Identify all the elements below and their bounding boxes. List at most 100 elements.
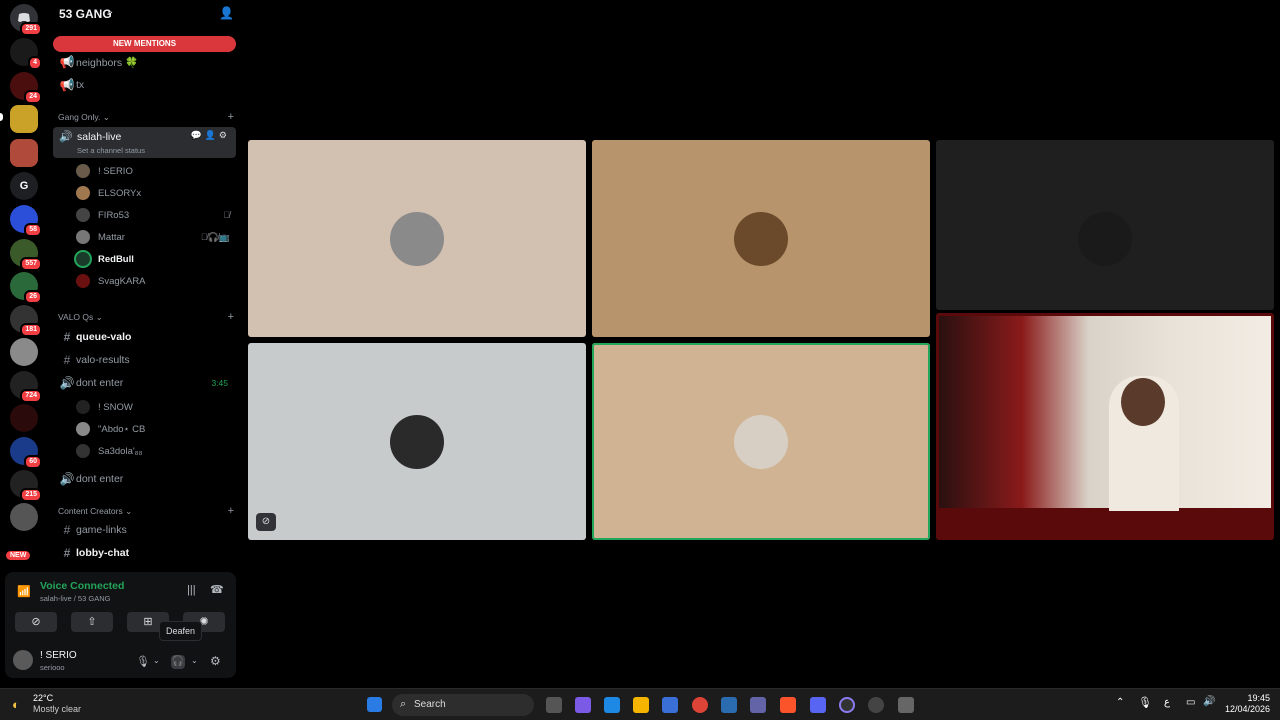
avatar [390, 414, 444, 469]
channel-tx[interactable]: 📢 tx [54, 75, 234, 95]
voice-user[interactable]: Sa3dola'₈₈ [76, 441, 234, 461]
chevron-down-icon[interactable]: ⌄ [191, 656, 198, 665]
server-icon[interactable] [10, 338, 38, 366]
voice-user[interactable]: ! SNOW [76, 397, 234, 417]
camera-stream-tile[interactable] [936, 313, 1274, 540]
channel-valo-results[interactable]: # valo-results [54, 350, 234, 370]
server-icon-active[interactable] [10, 105, 38, 133]
channel-actions[interactable]: 💬👤⚙ [191, 130, 230, 141]
store-icon[interactable] [662, 697, 678, 713]
create-channel-icon[interactable]: + [228, 505, 234, 517]
voice-user[interactable]: ELSORYx [76, 183, 234, 203]
camera-off-icon[interactable]: ⊘ [256, 513, 276, 531]
chrome-icon[interactable] [692, 697, 708, 713]
app-icon[interactable] [868, 697, 884, 713]
server-icon[interactable] [10, 404, 38, 432]
create-channel-icon[interactable]: + [228, 311, 234, 323]
file-explorer-icon[interactable] [633, 697, 649, 713]
channel-lobby-chat[interactable]: # lobby-chat [54, 543, 234, 563]
channel-label: salah-live [77, 131, 122, 143]
headphones-icon[interactable]: 🎧 [171, 655, 185, 669]
copilot-icon[interactable] [575, 697, 591, 713]
video-tile-speaking[interactable] [592, 343, 930, 540]
voice-user[interactable]: SvagKARA [76, 271, 234, 291]
category-valo-qs[interactable]: VALO Qs ⌄ + [58, 311, 234, 323]
discord-window: 291 4 24 G 58 557 26 181 724 60 215 NEW … [0, 0, 1280, 688]
noise-suppression-icon[interactable]: ||| [187, 584, 196, 596]
volume-icon[interactable]: 🔊 [1203, 696, 1215, 707]
edge-icon[interactable] [604, 697, 620, 713]
avatar [76, 164, 90, 178]
create-channel-icon[interactable]: + [228, 111, 234, 123]
weather-icon[interactable]: ◐ [12, 697, 20, 712]
channel-label: neighbors 🍀 [76, 56, 139, 69]
video-tile[interactable] [248, 140, 586, 337]
discord-taskbar-icon[interactable] [810, 697, 826, 713]
server-icon[interactable]: 215 [10, 470, 42, 502]
notification-badge: 4 [28, 56, 42, 70]
hashtag-icon: # [63, 523, 71, 537]
category-gang-only[interactable]: Gang Only. ⌄ + [58, 111, 234, 123]
camera-off-button[interactable]: ⊘ [15, 612, 57, 632]
voice-user[interactable]: "Abdo⋆ CB [76, 419, 234, 439]
clock[interactable]: 19:45 12/04/2026 [1225, 693, 1270, 715]
language-indicator[interactable]: ع [1164, 697, 1170, 708]
signal-icon[interactable]: 📶 [17, 585, 31, 598]
network-icon[interactable]: ▭ [1186, 697, 1195, 708]
settings-icon[interactable] [898, 697, 914, 713]
server-icon[interactable] [10, 139, 38, 167]
notification-badge: 557 [20, 257, 42, 271]
microphone-tray-icon[interactable]: 🎙 [1138, 696, 1152, 709]
brave-icon[interactable] [780, 697, 796, 713]
voice-user-speaking[interactable]: RedBull [76, 249, 234, 269]
user-avatar[interactable] [13, 650, 33, 670]
channel-game-links[interactable]: # game-links [54, 520, 234, 540]
video-tile[interactable] [592, 140, 930, 337]
new-mentions-banner[interactable]: NEW MENTIONS [53, 36, 236, 52]
notification-badge: 24 [24, 90, 42, 104]
server-icon[interactable]: 724 [10, 371, 42, 403]
channel-status[interactable]: Set a channel status [77, 146, 145, 155]
server-icon[interactable]: 181 [10, 305, 42, 337]
server-icon[interactable]: 557 [10, 239, 42, 271]
video-tile[interactable] [936, 140, 1274, 310]
channel-dont-enter-2[interactable]: 🔊 dont enter [54, 469, 234, 489]
channel-salah-live[interactable]: 🔊 salah-live Set a channel status 💬👤⚙ [53, 127, 236, 158]
weather-desc[interactable]: Mostly clear [33, 704, 81, 714]
discord-home-button[interactable]: 291 [10, 4, 42, 36]
voice-location[interactable]: salah-live / 53 GANG [40, 594, 110, 603]
voice-user[interactable]: ! SERIO [76, 161, 234, 181]
server-icon[interactable]: 26 [10, 272, 42, 304]
video-tile[interactable]: ⊘ [248, 343, 586, 540]
weather-temp[interactable]: 22°C [33, 693, 53, 703]
server-icon[interactable] [10, 503, 38, 531]
share-screen-button[interactable]: ⇧ [71, 612, 113, 632]
category-label: Content Creators [58, 506, 123, 516]
server-icon-letter[interactable]: G [10, 172, 38, 200]
server-header[interactable]: 53 GANG ⌄ 👤 [48, 0, 240, 28]
voice-user[interactable]: Mattar 🎙̸🎧̸📺 [76, 227, 234, 247]
disconnect-icon[interactable]: ☎ [210, 583, 224, 596]
chevron-down-icon[interactable]: ⌄ [153, 656, 160, 665]
chevron-up-icon[interactable]: ⌃ [1116, 697, 1124, 708]
voice-status[interactable]: Voice Connected [40, 580, 124, 592]
gear-icon[interactable]: ⚙ [210, 654, 221, 668]
app-icon[interactable] [839, 697, 855, 713]
teams-icon[interactable] [750, 697, 766, 713]
channel-dont-enter[interactable]: 🔊 dont enter 3:45 [54, 373, 234, 393]
new-unreads-pill[interactable]: NEW [6, 551, 31, 560]
voice-user[interactable]: FIRo53 🎙̸ [76, 205, 234, 225]
add-member-icon[interactable]: 👤 [219, 6, 234, 20]
start-button[interactable] [367, 697, 382, 712]
task-view-icon[interactable] [546, 697, 562, 713]
server-icon[interactable]: 58 [10, 205, 42, 237]
server-icon[interactable]: 24 [10, 72, 42, 104]
taskbar-search[interactable]: ⌕ Search [392, 694, 534, 716]
server-icon[interactable]: 60 [10, 437, 42, 469]
channel-queue-valo[interactable]: # queue-valo [54, 327, 234, 347]
channel-neighbors[interactable]: 📢 neighbors 🍀 [54, 52, 234, 72]
microphone-icon[interactable]: 🎙 [136, 655, 150, 668]
category-content-creators[interactable]: Content Creators ⌄ + [58, 505, 234, 517]
outlook-icon[interactable] [721, 697, 737, 713]
server-icon[interactable]: 4 [10, 38, 42, 70]
